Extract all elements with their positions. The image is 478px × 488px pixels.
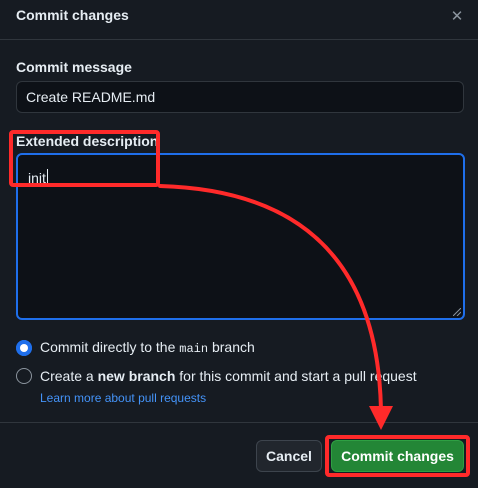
text-caret [46, 169, 48, 186]
commit-message-input[interactable]: Create README.md [16, 81, 464, 113]
commit-directly-prefix: Commit directly to the [40, 339, 180, 355]
commit-changes-button[interactable]: Commit changes [331, 440, 464, 472]
branch-name: main [179, 342, 209, 356]
close-icon[interactable]: ✕ [446, 6, 468, 28]
extended-description-textarea[interactable]: init [16, 153, 465, 320]
resize-grip-icon[interactable] [453, 308, 461, 316]
new-branch-bold: new branch [97, 368, 176, 384]
new-branch-prefix: Create a [40, 368, 98, 384]
dialog-title: Commit changes [16, 7, 129, 23]
commit-message-label: Commit message [16, 59, 132, 75]
radio-checked-icon[interactable] [16, 339, 32, 356]
extended-description-text: init [28, 169, 48, 186]
new-branch-option[interactable]: Create a new branch for this commit and … [16, 368, 417, 384]
extended-description-label: Extended description [16, 133, 159, 149]
commit-directly-label: Commit directly to the main branch [40, 339, 255, 356]
new-branch-label: Create a new branch for this commit and … [40, 368, 417, 384]
learn-more-link[interactable]: Learn more about pull requests [40, 391, 206, 405]
commit-changes-dialog: Commit changes ✕ Commit message Create R… [0, 0, 478, 488]
commit-directly-option[interactable]: Commit directly to the main branch [16, 339, 255, 356]
cancel-button[interactable]: Cancel [256, 440, 322, 472]
commit-directly-suffix: branch [208, 339, 255, 355]
dialog-header: Commit changes ✕ [0, 0, 478, 40]
new-branch-suffix: for this commit and start a pull request [175, 368, 417, 384]
extended-description-value: init [28, 170, 46, 186]
radio-unchecked-icon[interactable] [16, 368, 32, 384]
